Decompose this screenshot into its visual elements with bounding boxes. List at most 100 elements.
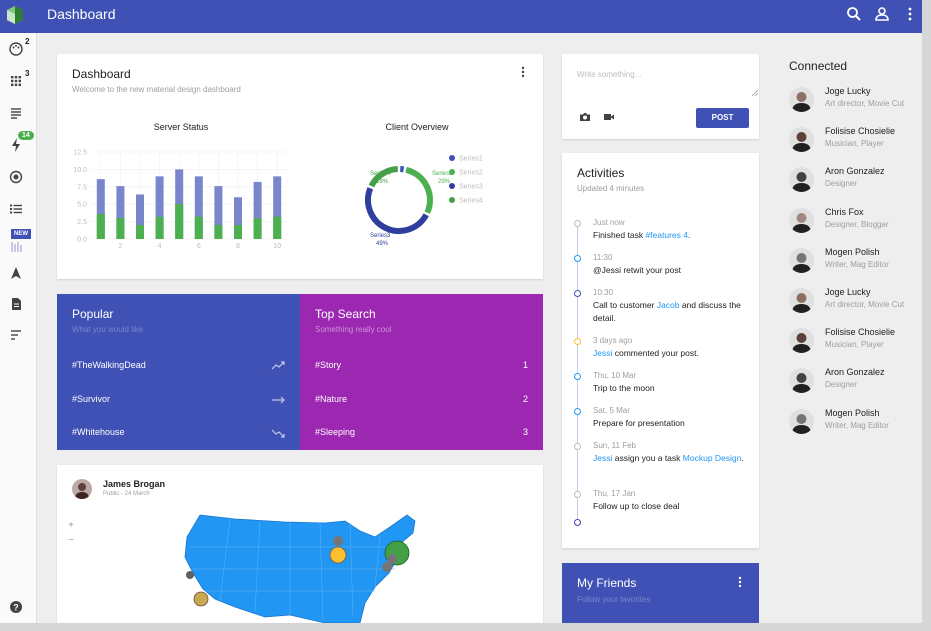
- notes-icon[interactable]: [8, 105, 24, 121]
- more-vert-icon[interactable]: [902, 6, 918, 22]
- avatar[interactable]: [789, 127, 814, 153]
- popular-item-label: #TheWalkingDead: [72, 360, 146, 370]
- activity-link[interactable]: Mockup Design: [683, 453, 742, 463]
- avatar[interactable]: [789, 288, 814, 313]
- connected-person[interactable]: Mogen Polish Writer, Mag Editor: [789, 408, 914, 436]
- popular-item[interactable]: #Survivor: [72, 394, 285, 408]
- timeline-dot: [574, 338, 581, 345]
- top-search-item[interactable]: #Story 1: [315, 360, 528, 374]
- apps-badge: 3: [25, 69, 30, 78]
- document-icon[interactable]: [8, 296, 24, 312]
- palette-icon[interactable]: [8, 41, 24, 57]
- connected-person[interactable]: Aron Gonzalez Designer: [789, 367, 914, 395]
- app-title: Dashboard: [47, 6, 116, 22]
- bar-series-2[interactable]: [253, 218, 262, 239]
- post-author-name[interactable]: James Brogan: [103, 479, 165, 489]
- activity-link[interactable]: Jacob: [657, 300, 680, 310]
- camera-icon[interactable]: [579, 111, 591, 123]
- popular-item-label: #Whitehouse: [72, 427, 125, 437]
- avatar[interactable]: [789, 408, 814, 434]
- bar-series-2[interactable]: [96, 213, 105, 239]
- connected-person[interactable]: Joge Lucky Art director, Movie Cut: [789, 86, 914, 114]
- activity-link[interactable]: Jessi: [593, 348, 612, 358]
- bar-series-2[interactable]: [194, 216, 203, 239]
- popular-item[interactable]: #Whitehouse: [72, 427, 285, 441]
- usa-map[interactable]: [175, 507, 425, 623]
- list-icon[interactable]: [8, 201, 24, 217]
- equalizer-icon[interactable]: [8, 239, 24, 255]
- avatar[interactable]: [789, 207, 814, 233]
- popular-item[interactable]: #TheWalkingDead: [72, 360, 285, 374]
- slice-name-label: Series4: [370, 171, 391, 177]
- video-icon[interactable]: [603, 111, 615, 123]
- top-search-item-label: #Sleeping: [315, 427, 356, 437]
- timeline-dot: [574, 220, 581, 227]
- avatar[interactable]: [789, 368, 814, 394]
- app-logo-icon[interactable]: [7, 6, 23, 24]
- avatar[interactable]: [72, 479, 92, 499]
- bar-series-2[interactable]: [273, 216, 282, 239]
- connected-person[interactable]: Joge Lucky Art director, Movie Cut: [789, 287, 914, 315]
- top-search-panel: Top Search Something really cool #Story …: [300, 294, 543, 450]
- activity-link[interactable]: Jessi: [593, 453, 612, 463]
- person-name: Folisise Chosielie: [825, 126, 896, 137]
- activity-item: 11:30 @Jessi retwit your post: [593, 252, 753, 277]
- person-name: Mogen Polish: [825, 246, 880, 257]
- post-input[interactable]: Write something...: [577, 70, 641, 79]
- bar-series-2[interactable]: [136, 225, 144, 239]
- bar-series-2[interactable]: [234, 225, 242, 239]
- svg-text:?: ?: [13, 602, 19, 612]
- bar-series-2[interactable]: [175, 204, 184, 239]
- map-zoom-in-button[interactable]: +: [65, 520, 77, 532]
- activity-item: Sun, 11 Feb Jessi assign you a task Mock…: [593, 440, 753, 465]
- avatar[interactable]: [789, 247, 814, 273]
- activity-time: 11:30: [593, 253, 613, 262]
- connected-person[interactable]: Chris Fox Designer, Blogger: [789, 207, 914, 235]
- donut-slice[interactable]: [365, 187, 429, 234]
- friends-menu-icon[interactable]: [738, 576, 742, 588]
- connected-person[interactable]: Mogen Polish Writer, Mag Editor: [789, 247, 914, 275]
- activity-link[interactable]: #features 4: [645, 230, 688, 240]
- avatar[interactable]: [789, 167, 814, 193]
- bar-series-2[interactable]: [116, 218, 125, 239]
- person-name: Joge Lucky: [825, 86, 871, 96]
- connected-person[interactable]: Aron Gonzalez Designer: [789, 166, 914, 194]
- timeline-dot: [574, 373, 581, 380]
- new-badge: NEW: [11, 229, 31, 239]
- timeline-dot: [574, 491, 581, 498]
- activity-time: Thu, 10 Mar: [593, 371, 637, 380]
- account-icon[interactable]: [874, 6, 890, 22]
- top-search-item[interactable]: #Sleeping 3: [315, 427, 528, 441]
- apps-icon[interactable]: [8, 73, 24, 89]
- sort-icon[interactable]: [8, 327, 24, 343]
- navigation-icon[interactable]: [8, 265, 24, 281]
- activity-item: Thu, 10 Mar Trip to the moon: [593, 370, 753, 395]
- person-role: Writer, Mag Editor: [825, 259, 889, 269]
- connected-person[interactable]: Folisise Chosielie Musician, Player: [789, 126, 914, 154]
- help-icon[interactable]: ?: [8, 599, 24, 615]
- legend-label: Series3: [459, 184, 483, 191]
- avatar[interactable]: [789, 87, 814, 112]
- top-search-item[interactable]: #Nature 2: [315, 394, 528, 408]
- activities-card: Activities Updated 4 minutes Just now Fi…: [562, 153, 759, 548]
- trending-down-icon: [271, 429, 285, 438]
- person-name: Chris Fox: [825, 206, 864, 217]
- bar-series-2[interactable]: [214, 225, 223, 239]
- connected-person[interactable]: Folisise Chosielie Musician, Player: [789, 327, 914, 355]
- activity-text: Jessi commented your post.: [593, 347, 753, 360]
- post-button[interactable]: POST: [696, 108, 749, 128]
- y-tick-label: 7.5: [77, 184, 87, 191]
- top-search-title: Top Search: [315, 307, 376, 321]
- person-role: Designer, Blogger: [825, 219, 889, 229]
- avatar[interactable]: [789, 328, 814, 354]
- activity-text-part: assign you a task: [612, 453, 683, 463]
- client-overview-title: Client Overview: [385, 122, 449, 132]
- radio-target-icon[interactable]: [8, 169, 24, 185]
- timeline-dot: [574, 408, 581, 415]
- bar-series-2[interactable]: [155, 216, 164, 239]
- donut-slice[interactable]: [405, 166, 433, 214]
- map-zoom-out-button[interactable]: −: [65, 535, 77, 547]
- resize-handle-icon[interactable]: [752, 90, 758, 96]
- search-icon[interactable]: [846, 6, 862, 22]
- dashboard-menu-icon[interactable]: [521, 66, 525, 78]
